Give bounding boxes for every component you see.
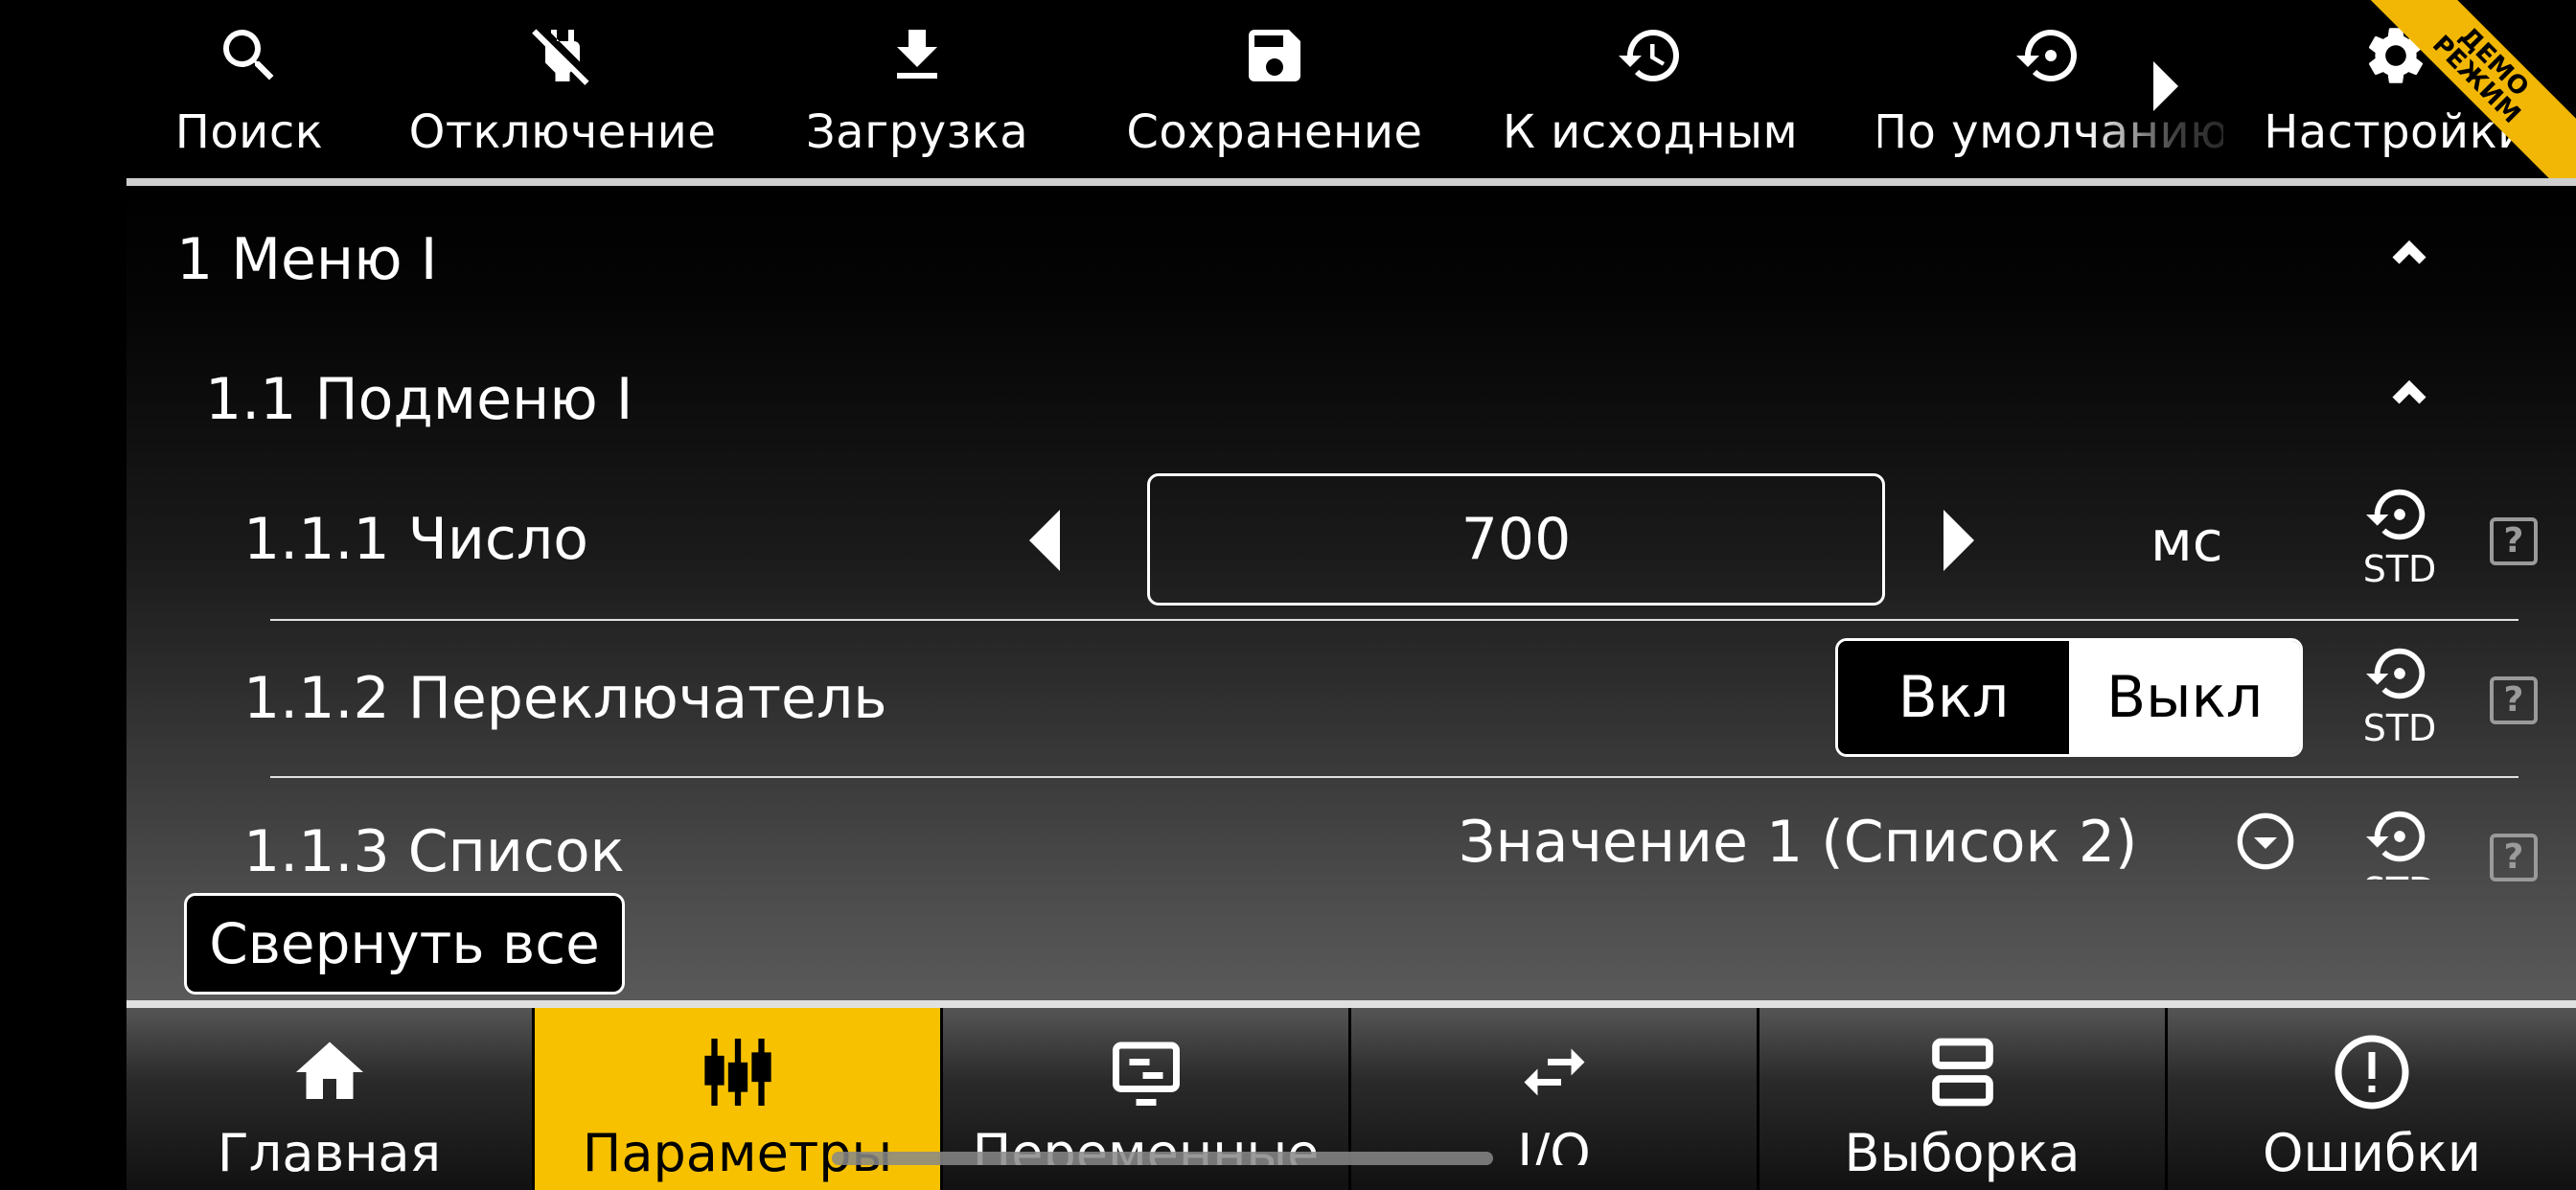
variables-icon — [1103, 1029, 1189, 1115]
swap-icon — [1511, 1029, 1598, 1115]
list-param-value[interactable]: Значение 1 (Список 2) — [1459, 809, 2137, 876]
tab-errors-label: Ошибки — [2262, 1123, 2482, 1183]
std-reset-inner: STD — [2347, 803, 2452, 880]
switch-off-option[interactable]: Выкл — [2069, 641, 2300, 754]
chevron-up-icon[interactable] — [2386, 372, 2432, 418]
power-off-icon — [526, 19, 599, 92]
std-reset-button[interactable]: STD — [2347, 803, 2452, 880]
tab-selection[interactable]: Выборка — [1760, 1008, 2168, 1190]
switch-param-label: 1.1.2 Переключатель — [243, 665, 887, 732]
search-icon — [213, 19, 286, 92]
error-icon — [2329, 1029, 2415, 1115]
row-divider — [270, 619, 2518, 621]
app: Поиск Отключение Загрузка Сохранение К и — [126, 0, 2576, 1190]
content-divider — [126, 1000, 2576, 1008]
collapse-all-button[interactable]: Свернуть все — [184, 893, 625, 995]
disconnect-label: Отключение — [408, 105, 717, 159]
home-icon — [287, 1029, 373, 1115]
selection-icon — [1920, 1029, 2006, 1115]
tab-home[interactable]: Главная — [126, 1008, 535, 1190]
home-indicator[interactable] — [832, 1152, 1493, 1165]
chevron-down-icon[interactable] — [2235, 811, 2296, 872]
restore-icon — [2366, 489, 2426, 540]
tab-errors[interactable]: Ошибки — [2168, 1008, 2576, 1190]
toolbar: Поиск Отключение Загрузка Сохранение К и — [126, 0, 2576, 221]
tab-selection-label: Выборка — [1844, 1123, 2081, 1183]
disconnect-button[interactable]: Отключение — [404, 19, 721, 172]
std-label: STD — [2363, 872, 2437, 880]
number-param-unit: мс — [2150, 509, 2223, 574]
chevron-up-icon[interactable] — [2386, 232, 2432, 278]
download-button[interactable]: Загрузка — [802, 19, 1032, 172]
std-label: STD — [2362, 548, 2437, 590]
save-icon — [1238, 19, 1311, 92]
search-label: Поиск — [174, 105, 324, 159]
download-label: Загрузка — [805, 105, 1029, 159]
save-button[interactable]: Сохранение — [1112, 19, 1438, 172]
list-param-label: 1.1.3 Список — [243, 818, 625, 885]
reset-to-initial-label: К исходным — [1502, 105, 1799, 159]
restore-icon — [2366, 648, 2426, 699]
history-icon — [1614, 19, 1687, 92]
switch-on-option[interactable]: Вкл — [1838, 641, 2069, 754]
std-label: STD — [2362, 707, 2437, 749]
number-param-input[interactable]: 700 — [1147, 473, 1885, 606]
number-param-label: 1.1.1 Число — [243, 506, 588, 573]
save-label: Сохранение — [1126, 105, 1423, 159]
parameters-content: 1 Меню I 1.1 Подменю I 1.1.1 Число 700 м… — [126, 186, 2576, 1002]
std-reset-button[interactable]: STD — [2347, 640, 2452, 765]
reset-to-initial-button[interactable]: К исходным — [1492, 19, 1808, 172]
decrement-arrow[interactable] — [1029, 510, 1060, 571]
switch-toggle: Вкл Выкл — [1835, 638, 2303, 757]
increment-arrow[interactable] — [1944, 510, 1974, 571]
submenu-title[interactable]: 1.1 Подменю I — [205, 366, 632, 433]
row-divider — [270, 776, 2518, 778]
toolbar-scroll-arrow[interactable] — [2153, 61, 2178, 111]
sliders-icon — [695, 1029, 781, 1115]
tab-io-label: I/O — [1517, 1125, 1591, 1165]
std-reset-button[interactable]: STD — [2347, 481, 2452, 606]
help-icon[interactable]: ? — [2490, 834, 2538, 881]
download-icon — [881, 19, 954, 92]
search-button[interactable]: Поиск — [172, 19, 326, 172]
restore-icon — [2366, 811, 2426, 862]
defaults-label: По умолчанию — [1878, 105, 2223, 159]
menu-title[interactable]: 1 Меню I — [176, 226, 437, 293]
restore-icon — [2014, 19, 2087, 92]
help-icon[interactable]: ? — [2490, 676, 2538, 724]
help-icon[interactable]: ? — [2490, 517, 2538, 565]
toolbar-divider — [126, 178, 2576, 186]
tab-home-label: Главная — [217, 1123, 442, 1183]
